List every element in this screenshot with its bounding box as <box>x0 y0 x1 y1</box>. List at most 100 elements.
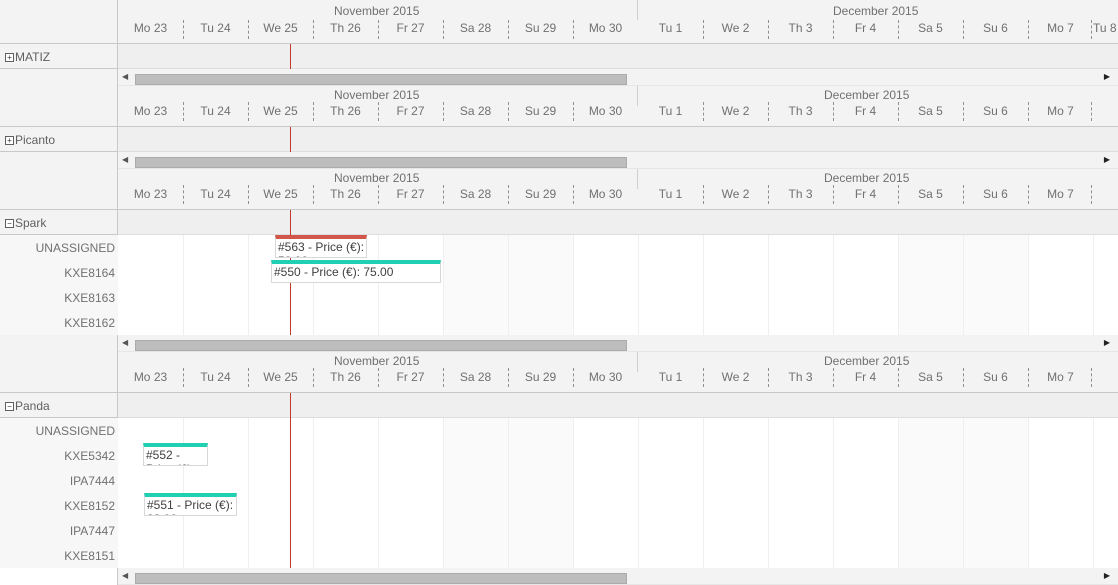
day-label: Th 3 <box>788 104 813 118</box>
day-gridline <box>898 543 899 568</box>
resource-row-timeline[interactable] <box>118 443 1118 469</box>
group-row-timeline <box>118 127 1118 152</box>
resource-name: KXE5342 <box>64 449 115 463</box>
scroll-left-icon[interactable]: ◀ <box>122 72 128 81</box>
expand-icon[interactable]: + <box>5 53 14 62</box>
resource-row-timeline[interactable] <box>118 260 1118 286</box>
group-row-spark[interactable]: − Spark <box>0 210 118 235</box>
event-550[interactable]: #550 - Price (€): 75.00 <box>271 260 441 283</box>
scrollbar-thumb[interactable] <box>135 340 627 351</box>
day-gridline <box>313 443 314 468</box>
day-label: Tu 1 <box>658 21 683 35</box>
month-label-dec: December 2015 <box>824 88 910 102</box>
day-gridline <box>963 260 964 285</box>
event-552[interactable]: #552 - Price (€): 25.00 <box>143 443 208 466</box>
day-gridline <box>638 260 639 285</box>
resource-name: KXE8164 <box>64 266 115 280</box>
day-gridline <box>183 518 184 543</box>
resource-row-timeline[interactable] <box>118 543 1118 569</box>
horizontal-scrollbar[interactable]: ◀ ▶ <box>118 69 1118 86</box>
day-gridline <box>183 418 184 443</box>
day-gridline <box>248 235 249 260</box>
resource-row-timeline[interactable] <box>118 493 1118 519</box>
horizontal-scrollbar[interactable]: ◀ ▶ <box>118 152 1118 169</box>
day-gridline <box>703 285 704 310</box>
day-label: Sa 28 <box>459 370 492 384</box>
weekend-cell <box>963 518 1028 543</box>
day-label: Su 6 <box>983 187 1008 201</box>
horizontal-scrollbar[interactable]: ◀ ▶ <box>118 335 1118 352</box>
resource-name: IPA7447 <box>69 524 115 538</box>
left-spacer <box>0 152 118 169</box>
scroll-right-icon[interactable]: ▶ <box>1104 155 1110 164</box>
resource-row-timeline[interactable] <box>118 235 1118 261</box>
horizontal-scrollbar[interactable]: ◀ ▶ <box>118 568 1118 585</box>
resource-row-timeline[interactable] <box>118 468 1118 494</box>
weekend-cell <box>443 260 508 285</box>
day-label: Tu 24 <box>200 370 231 384</box>
group-row-matiz[interactable]: + MATIZ <box>0 44 118 69</box>
day-label: Su 29 <box>524 104 557 118</box>
day-label: Fr 4 <box>854 21 877 35</box>
day-gridline <box>1093 285 1094 310</box>
day-gridline <box>1093 418 1094 443</box>
scroll-right-icon[interactable]: ▶ <box>1104 338 1110 347</box>
day-gridline <box>573 443 574 468</box>
resource-name: IPA7444 <box>69 474 115 488</box>
day-separator <box>378 185 379 204</box>
day-label: Tu 1 <box>658 104 683 118</box>
weekend-cell <box>963 260 1028 285</box>
day-gridline <box>183 310 184 335</box>
month-divider <box>637 352 638 372</box>
day-label: Sa 5 <box>918 187 943 201</box>
event-551[interactable]: #551 - Price (€): 33.00 <box>144 493 237 516</box>
resource-row-timeline[interactable] <box>118 518 1118 544</box>
resource-row-timeline[interactable] <box>118 285 1118 311</box>
day-separator <box>508 368 509 387</box>
day-label: We 2 <box>721 104 750 118</box>
day-gridline <box>768 468 769 493</box>
day-gridline <box>313 543 314 568</box>
resource-row-timeline[interactable] <box>118 310 1118 336</box>
scroll-left-icon[interactable]: ◀ <box>122 571 128 580</box>
weekend-cell <box>898 543 963 568</box>
day-label: Mo 30 <box>588 21 623 35</box>
day-separator <box>313 102 314 121</box>
scrollbar-thumb[interactable] <box>135 74 627 85</box>
day-gridline <box>833 310 834 335</box>
scroll-left-icon[interactable]: ◀ <box>122 338 128 347</box>
day-gridline <box>703 418 704 443</box>
day-label: We 2 <box>721 370 750 384</box>
day-gridline <box>963 418 964 443</box>
group-name: Panda <box>15 399 50 413</box>
day-gridline <box>833 493 834 518</box>
day-label: Sa 5 <box>918 104 943 118</box>
day-separator <box>1091 185 1092 204</box>
scrollbar-thumb[interactable] <box>135 157 627 168</box>
header-corner <box>0 169 118 210</box>
collapse-icon[interactable]: − <box>5 219 14 228</box>
scroll-left-icon[interactable]: ◀ <box>122 155 128 164</box>
day-gridline <box>443 235 444 260</box>
scroll-right-icon[interactable]: ▶ <box>1104 571 1110 580</box>
left-spacer <box>0 69 118 86</box>
resource-row-timeline[interactable] <box>118 418 1118 444</box>
day-separator <box>963 368 964 387</box>
day-gridline <box>508 443 509 468</box>
resource-name: KXE8162 <box>64 316 115 330</box>
collapse-icon[interactable]: − <box>5 402 14 411</box>
weekend-cell <box>508 493 573 518</box>
scrollbar-thumb[interactable] <box>135 573 627 584</box>
day-label: Tu 1 <box>658 187 683 201</box>
day-separator <box>898 102 899 121</box>
day-gridline <box>963 235 964 260</box>
expand-icon[interactable]: + <box>5 136 14 145</box>
scroll-right-icon[interactable]: ▶ <box>1104 72 1110 81</box>
event-563[interactable]: #563 - Price (€): 50.00 <box>275 235 367 258</box>
group-name: MATIZ <box>15 50 51 64</box>
day-gridline <box>1028 493 1029 518</box>
day-separator <box>1028 368 1029 387</box>
group-row-picanto[interactable]: + Picanto <box>0 127 118 152</box>
day-label: Mo 7 <box>1047 21 1074 35</box>
group-row-panda[interactable]: − Panda <box>0 393 118 418</box>
